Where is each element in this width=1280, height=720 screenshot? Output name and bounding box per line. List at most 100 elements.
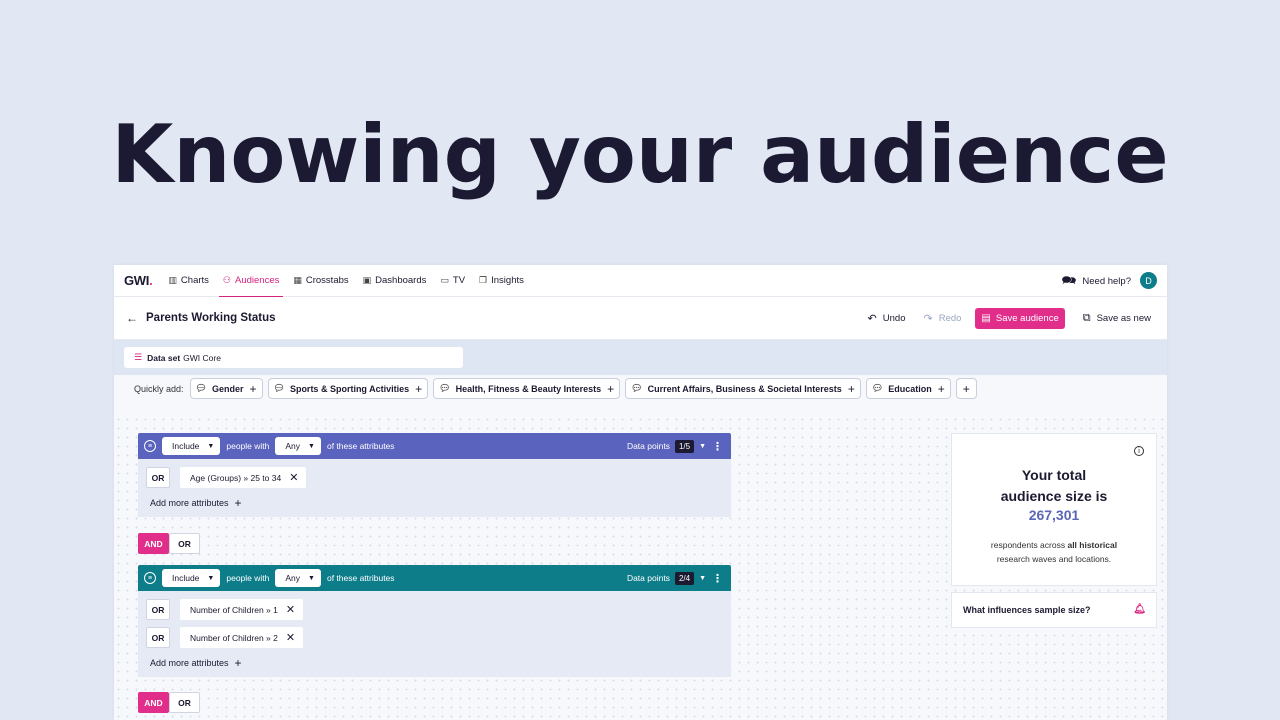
sample-size-help-link[interactable]: What influences sample size? 🔔︎ (951, 592, 1157, 628)
group-body: OR Age (Groups) » 25 to 34 ✕ Add more att… (138, 459, 731, 517)
add-more-attributes-button[interactable]: Add more attributes + (150, 655, 723, 671)
include-select[interactable]: Include ▼ (162, 437, 221, 455)
plus-icon: + (415, 381, 423, 396)
title-bar: ← Parents Working Status ↶ Undo ↷ Redo ▤ Sa… (114, 297, 1167, 340)
add-more-attributes-button[interactable]: Add more attributes + (150, 495, 723, 511)
quick-add-label: Quickly add: (134, 383, 184, 394)
speech-bubble-icon: 💬︎ (195, 383, 207, 393)
grid-icon: ▦ (293, 275, 302, 285)
plus-icon: + (847, 381, 855, 396)
nav-item-audiences[interactable]: ⚇ Audiences (218, 265, 284, 298)
group-header: ≡ Include ▼ people with Any ▼ of these att… (138, 433, 731, 459)
nav-item-dashboards[interactable]: ▣ Dashboards (363, 265, 427, 297)
quick-add-chip[interactable]: 💬︎ Gender + (189, 378, 263, 399)
plus-icon: + (234, 656, 242, 670)
nav-item-charts[interactable]: ▥ Charts (168, 265, 209, 297)
app-window: GWI. ▥ Charts ⚇ Audiences ▦ Crosstabs ▣ Dash… (114, 265, 1167, 720)
chat-bubbles-icon: 🗪 (1061, 272, 1077, 287)
dataset-band: ☰ Data set GWI Core (114, 340, 1167, 375)
attribute-row: OR Number of Children » 2 ✕ (146, 627, 723, 648)
hero-title: Knowing your audience (111, 108, 1169, 201)
back-arrow-icon[interactable]: ← (126, 311, 138, 325)
attribute-row: OR Age (Groups) » 25 to 34 ✕ (146, 467, 723, 488)
info-icon[interactable]: i (1134, 446, 1144, 456)
attribute-chip[interactable]: Age (Groups) » 25 to 34 ✕ (180, 467, 307, 488)
kebab-menu-icon[interactable]: ⋮ (712, 440, 723, 453)
speech-bubble-icon: 💬︎ (273, 383, 285, 393)
group-header: ≡ Include ▼ people with Any ▼ of these att… (138, 565, 731, 591)
caret-down-icon: ▼ (308, 574, 315, 582)
avatar[interactable]: D (1140, 272, 1157, 289)
close-icon[interactable]: ✕ (289, 471, 298, 484)
data-points-count: 1/5 (674, 439, 695, 453)
data-points-count: 2/4 (674, 571, 695, 585)
and-button[interactable]: AND (138, 533, 169, 554)
nav-item-crosstabs[interactable]: ▦ Crosstabs (293, 265, 348, 297)
speech-bubble-icon: 💬︎ (871, 383, 884, 393)
quick-add-chip[interactable]: 💬︎ Sports & Sporting Activities + (267, 378, 429, 399)
undo-icon: ↶ (867, 313, 877, 325)
quick-add-chip[interactable]: 💬︎ Education + (865, 378, 951, 399)
caret-down-icon: ▼ (207, 442, 215, 450)
attribute-chip[interactable]: Number of Children » 1 ✕ (180, 599, 304, 620)
caret-down-icon[interactable]: ▼ (699, 443, 706, 450)
caret-down-icon: ▼ (308, 442, 315, 450)
speech-bubble-icon: 💬︎ (439, 383, 451, 393)
top-nav: GWI. ▥ Charts ⚇ Audiences ▦ Crosstabs ▣ Dash… (114, 265, 1167, 298)
speech-bubble-icon: ≡ (144, 572, 156, 584)
group-body: OR Number of Children » 1 ✕ OR Number of … (138, 591, 731, 677)
speech-bubble-icon: ≡ (144, 440, 156, 452)
kebab-menu-icon[interactable]: ⋮ (712, 572, 723, 585)
save-as-new-button[interactable]: ⧉ Save as new (1083, 312, 1151, 325)
people-icon: ⚇ (222, 275, 231, 285)
plus-icon: + (937, 381, 945, 396)
plus-icon: + (962, 381, 970, 396)
speech-bubble-icon: 💬︎ (631, 383, 643, 393)
or-button[interactable]: OR (169, 692, 200, 713)
dashboard-icon: ▣ (362, 275, 372, 285)
attribute-group: ≡ Include ▼ people with Any ▼ of these att… (138, 433, 731, 517)
quick-add-chip[interactable]: 💬︎ Current Affairs, Business & Societal I… (625, 378, 861, 399)
plus-icon: + (607, 381, 615, 396)
redo-button[interactable]: ↷ Redo (923, 312, 961, 325)
match-select[interactable]: Any ▼ (275, 437, 321, 455)
bell-icon: 🔔︎ (1133, 604, 1146, 615)
more-quick-add-button[interactable]: + (955, 378, 977, 399)
include-select[interactable]: Include ▼ (162, 569, 221, 587)
attribute-group: ≡ Include ▼ people with Any ▼ of these att… (138, 565, 731, 677)
audience-size-caption: respondents across all historical resear… (990, 540, 1118, 564)
help-link[interactable]: 🗪 Need help? (1061, 265, 1131, 297)
tv-icon: ▭ (440, 275, 449, 285)
caret-down-icon[interactable]: ▼ (699, 575, 706, 582)
save-audience-button[interactable]: ▤ Save audience (975, 308, 1065, 329)
and-or-toggle: AND OR (138, 533, 200, 554)
close-icon[interactable]: ✕ (286, 631, 295, 644)
nav-item-tv[interactable]: ▭ TV (440, 265, 465, 297)
or-operator[interactable]: OR (146, 627, 170, 648)
or-operator[interactable]: OR (146, 599, 170, 620)
redo-icon: ↷ (923, 313, 933, 325)
quick-add-bar: Quickly add: 💬︎ Gender + 💬︎ Sports & Sporti… (134, 378, 982, 399)
or-button[interactable]: OR (169, 533, 200, 554)
audience-size-value: 267,301 (1028, 507, 1080, 523)
list-icon: ☰ (134, 352, 143, 362)
or-operator[interactable]: OR (146, 467, 170, 488)
dataset-selector[interactable]: ☰ Data set GWI Core (124, 347, 463, 368)
page-title: Parents Working Status (146, 312, 276, 324)
audience-size-heading: Your total audience size is (1000, 467, 1108, 504)
close-icon[interactable]: ✕ (286, 603, 295, 616)
bar-chart-icon: ▥ (168, 275, 177, 285)
quick-add-chip[interactable]: 💬︎ Health, Fitness & Beauty Interests + (433, 378, 621, 399)
nav-item-insights[interactable]: ❐ Insights (479, 265, 524, 297)
and-button[interactable]: AND (138, 692, 169, 713)
attribute-row: OR Number of Children » 1 ✕ (146, 599, 723, 620)
undo-button[interactable]: ↶ Undo (868, 312, 906, 325)
plus-icon: + (249, 381, 257, 396)
attribute-chip[interactable]: Number of Children » 2 ✕ (180, 627, 304, 648)
match-select[interactable]: Any ▼ (275, 569, 321, 587)
save-icon: ▤ (981, 313, 991, 324)
gwi-logo[interactable]: GWI. (124, 273, 153, 288)
audience-size-card: i Your total audience size is 267,301 re… (951, 433, 1157, 586)
plus-icon: + (234, 496, 242, 510)
copy-icon: ⧉ (1082, 312, 1091, 324)
